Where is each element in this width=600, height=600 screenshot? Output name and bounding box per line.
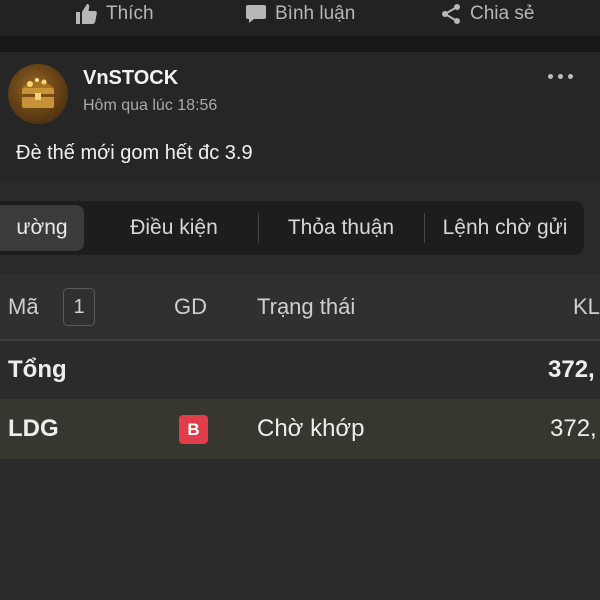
tab-conditional[interactable]: Điều kiện	[100, 201, 248, 255]
share-icon	[442, 4, 460, 24]
column-header-quantity[interactable]: KL	[573, 275, 600, 339]
comment-button[interactable]: Bình luận	[245, 2, 355, 26]
post-image[interactable]: ường Điều kiện Thỏa thuận Lệnh chờ gửi M…	[0, 182, 600, 600]
tab-conditional-label: Điều kiện	[130, 216, 218, 239]
buy-badge: B	[179, 415, 208, 444]
tab-normal[interactable]: ường	[0, 205, 84, 251]
tab-divider	[424, 213, 425, 243]
column-header-symbol[interactable]: Mã	[8, 275, 39, 339]
avatar[interactable]	[8, 64, 68, 124]
share-button[interactable]: Chia sẻ	[440, 2, 534, 26]
table-total-row: Tổng 372,	[0, 341, 600, 399]
share-label: Chia sẻ	[470, 3, 535, 24]
count-badge: 1	[63, 288, 95, 326]
post-action-bar: Thích Bình luận Chia sẻ	[0, 0, 600, 36]
thumbs-up-icon	[76, 4, 97, 24]
total-quantity: 372,	[548, 356, 595, 383]
table-empty-area	[0, 459, 600, 600]
comment-icon	[246, 5, 266, 23]
post-card: VnSTOCK Hôm qua lúc 18:56 Đè thế mới gom…	[0, 52, 600, 182]
tab-pending-orders-label: Lệnh chờ gửi	[442, 216, 568, 239]
total-label: Tổng	[8, 356, 67, 383]
post-separator	[0, 36, 600, 52]
column-header-status[interactable]: Trạng thái	[257, 275, 355, 339]
table-row[interactable]: LDG B Chờ khớp 372,	[0, 399, 600, 459]
tab-agreement[interactable]: Thỏa thuận	[266, 201, 416, 255]
tab-agreement-label: Thỏa thuận	[287, 216, 395, 239]
column-header-side[interactable]: GD	[174, 275, 207, 339]
comment-label: Bình luận	[275, 3, 356, 24]
order-tab-bar: ường Điều kiện Thỏa thuận Lệnh chờ gửi	[0, 201, 584, 255]
treasure-chest-icon	[22, 78, 54, 108]
more-options-icon[interactable]	[548, 74, 573, 79]
tab-normal-label: ường	[16, 216, 68, 239]
row-status: Chờ khớp	[257, 415, 365, 442]
table-header: Mã 1 GD Trạng thái KL	[0, 275, 600, 341]
row-symbol: LDG	[8, 415, 59, 442]
post-author[interactable]: VnSTOCK	[83, 67, 178, 90]
like-button[interactable]: Thích	[74, 2, 154, 26]
tab-divider	[258, 213, 259, 243]
like-label: Thích	[106, 3, 154, 24]
row-quantity: 372,	[550, 415, 597, 442]
tab-pending-orders[interactable]: Lệnh chờ gửi	[430, 201, 580, 255]
post-timestamp[interactable]: Hôm qua lúc 18:56	[83, 97, 217, 115]
post-caption: Đè thế mới gom hết đc 3.9	[16, 142, 253, 164]
